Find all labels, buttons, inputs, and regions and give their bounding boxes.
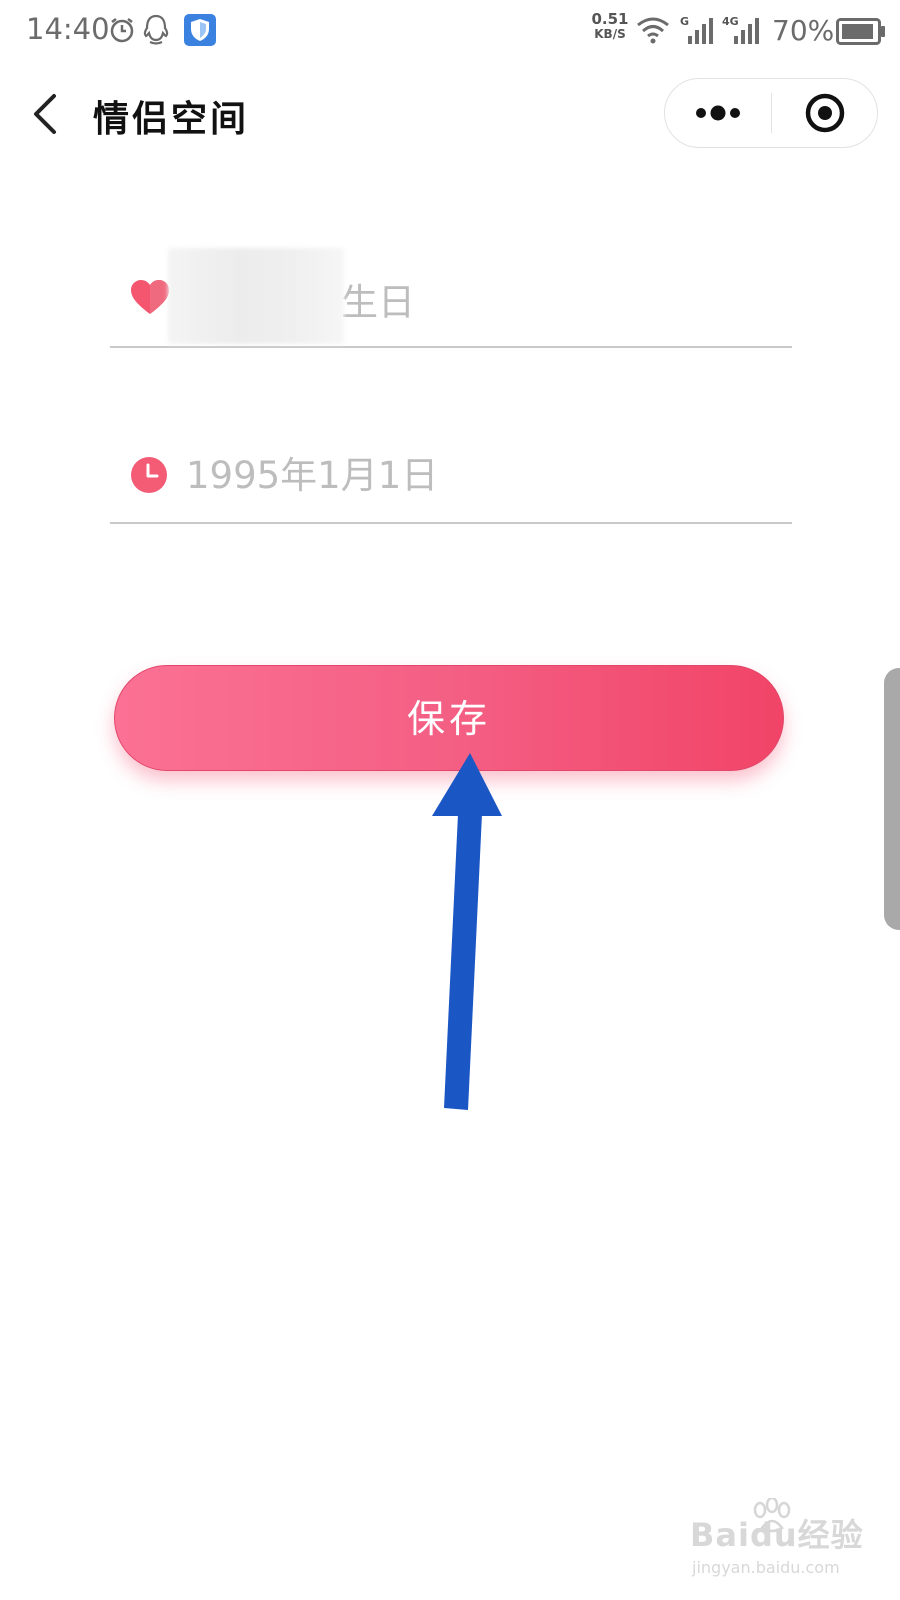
nav-bar: 情侣空间 — [0, 70, 900, 158]
birthday-date-row — [110, 432, 792, 524]
network-speed-unit: KB/S — [594, 27, 626, 41]
blurred-redaction — [168, 248, 344, 344]
status-time: 14:40 — [26, 12, 110, 46]
more-dots-icon — [696, 105, 740, 121]
screen: 14:40 0.51 KB/S G 4G 70% 情侣空间 生日 1995年1月… — [0, 0, 900, 1600]
wifi-icon — [637, 17, 669, 44]
name-birthday-row — [110, 248, 792, 348]
annotation-arrow — [432, 753, 502, 1110]
more-button[interactable] — [665, 79, 771, 147]
birthday-date-input[interactable] — [186, 442, 766, 508]
capsule-divider — [771, 93, 772, 133]
qq-icon — [143, 14, 169, 45]
battery-percent: 70% — [772, 14, 835, 47]
watermark-brand: Baidu经验 — [690, 1516, 864, 1554]
signal-4g-icon: 4G — [722, 15, 759, 44]
alarm-icon — [110, 18, 134, 43]
signal-g-icon: G — [680, 15, 713, 44]
chevron-left-icon — [34, 94, 56, 134]
network-speed-value: 0.51 — [591, 10, 629, 28]
target-close-icon — [805, 93, 845, 133]
signal-1-label: G — [680, 15, 689, 28]
battery-icon — [836, 18, 885, 45]
signal-2-label: 4G — [722, 15, 739, 28]
page-title: 情侣空间 — [93, 98, 250, 140]
clock-icon — [131, 457, 167, 493]
watermark-url: jingyan.baidu.com — [692, 1558, 840, 1577]
baidu-jingyan-watermark: Baidu经验 jingyan.baidu.com — [690, 1498, 880, 1584]
side-drawer-handle[interactable] — [884, 668, 900, 930]
mini-program-capsule — [664, 78, 878, 148]
close-mini-program-button[interactable] — [773, 79, 877, 147]
status-bar: 14:40 0.51 KB/S G 4G 70% — [0, 0, 900, 64]
heart-icon — [131, 280, 169, 314]
back-button[interactable] — [24, 86, 72, 142]
network-speed: 0.51 KB/S — [588, 12, 632, 42]
shield-icon — [184, 14, 216, 46]
